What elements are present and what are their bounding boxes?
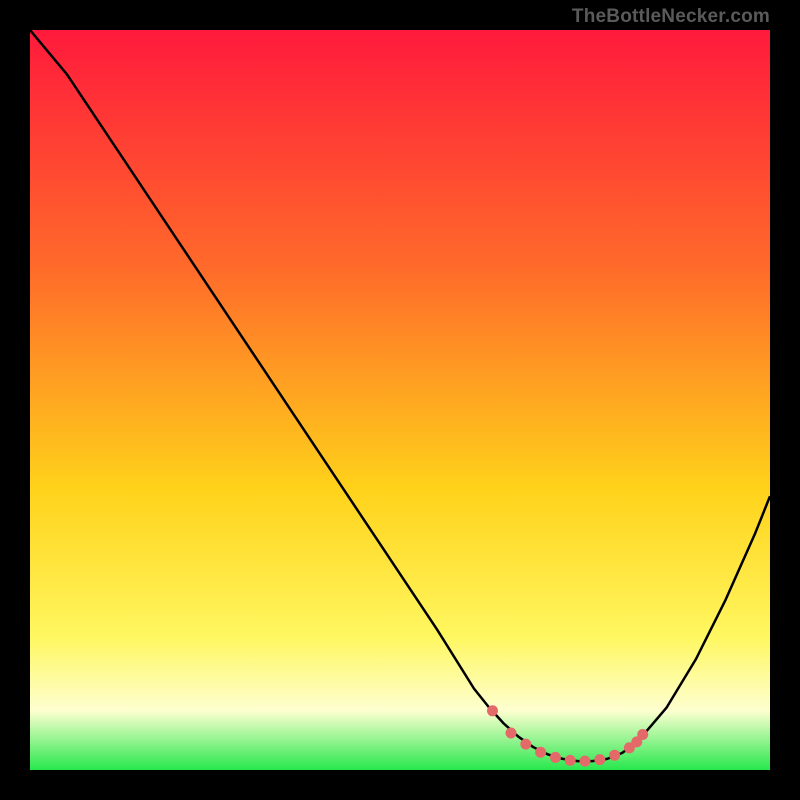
outer-frame: TheBottleNecker.com: [0, 0, 800, 800]
trough-dot: [594, 754, 605, 765]
trough-dot: [550, 752, 561, 763]
plot-area: [30, 30, 770, 770]
trough-dot: [520, 739, 531, 750]
trough-dot: [487, 705, 498, 716]
trough-dot: [609, 750, 620, 761]
trough-dot: [565, 755, 576, 766]
bottleneck-curve: [30, 30, 770, 770]
trough-dot: [506, 728, 517, 739]
trough-dot: [535, 747, 546, 758]
trough-dot: [580, 756, 591, 767]
trough-dot: [637, 729, 648, 740]
trough-dot-group: [487, 705, 648, 766]
attribution-text: TheBottleNecker.com: [572, 6, 770, 28]
